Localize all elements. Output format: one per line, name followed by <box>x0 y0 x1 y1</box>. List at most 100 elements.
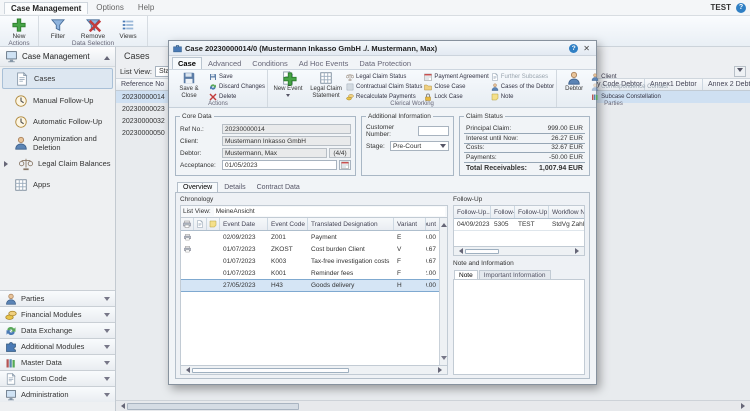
menu-tab-options[interactable]: Options <box>90 2 130 13</box>
help-icon[interactable]: ? <box>736 3 746 13</box>
sidebar-section-additional-modules[interactable]: Additional Modules <box>0 338 115 354</box>
column-chooser-button[interactable] <box>734 66 746 77</box>
payment-agreement-button[interactable]: Payment Agreement <box>424 73 488 81</box>
financial-modules-icon <box>5 309 17 321</box>
column-follow-up-user[interactable]: Follow-Up ... <box>515 206 549 218</box>
sidebar-section-master-data[interactable]: Master Data <box>0 354 115 370</box>
sidebar-item-manual-follow-up[interactable]: Manual Follow-Up <box>0 90 115 111</box>
printed-column-header[interactable] <box>181 218 194 230</box>
acceptance-date-input[interactable]: 01/05/2023 <box>222 160 337 170</box>
customer-number-input[interactable] <box>418 126 449 136</box>
scroll-left-icon[interactable] <box>456 248 463 254</box>
tab-advanced[interactable]: Advanced <box>203 58 246 69</box>
filter-button[interactable]: Filter <box>42 16 74 40</box>
sidebar-section-parties[interactable]: Parties <box>0 290 115 306</box>
client-button[interactable]: Client <box>591 73 668 81</box>
horizontal-scrollbar[interactable] <box>116 400 750 411</box>
column-follow-up-date[interactable]: Follow-Up... <box>454 206 491 218</box>
recalculate-payments-button[interactable]: Recalculate Payments <box>346 93 422 101</box>
column-workflow-name[interactable]: Workflow Name <box>549 206 584 218</box>
table-row[interactable]: 01/07/2023 ZKOST Cost burden Client V 20… <box>181 243 439 255</box>
menu-bar: Case Management Options Help TEST ? <box>0 0 750 16</box>
tab-overview[interactable]: Overview <box>177 182 218 192</box>
cases-of-the-debtor-button[interactable]: Cases of the Debtor <box>491 83 554 91</box>
scroll-left-icon[interactable] <box>183 367 190 373</box>
column-follow-up-code[interactable]: Follow-U... <box>491 206 515 218</box>
menu-tab-case-management[interactable]: Case Management <box>4 2 88 14</box>
sidebar-section-financial-modules[interactable]: Financial Modules <box>0 306 115 322</box>
sidebar-section-administration[interactable]: Administration <box>0 386 115 402</box>
column-event-code[interactable]: Event Code <box>268 218 308 230</box>
sidebar-item-legal-claim-balances[interactable]: Legal Claim Balances <box>0 153 115 174</box>
sidebar-section-data-exchange[interactable]: Data Exchange <box>0 322 115 338</box>
sidebar-header[interactable]: Case Management <box>0 47 115 67</box>
contractual-claim-status-button[interactable]: Contractual Claim Status <box>346 83 422 91</box>
new-event-button[interactable]: New Event <box>270 70 306 99</box>
note-textarea[interactable] <box>453 279 585 375</box>
tab-data-protection[interactable]: Data Protection <box>354 58 416 69</box>
column-variant[interactable]: Variant <box>394 218 426 230</box>
scroll-right-icon[interactable] <box>575 248 582 254</box>
further-subcases-button[interactable]: Further Subcases <box>491 73 554 81</box>
subcase-constellation-button[interactable]: Subcase Constellation <box>591 93 668 101</box>
tab-conditions[interactable]: Conditions <box>247 58 292 69</box>
scroll-down-icon[interactable] <box>441 356 447 363</box>
scrollbar-thumb[interactable] <box>127 403 299 410</box>
table-row[interactable]: 02/09/2023 Z001 Payment E 50.00 <box>181 231 439 243</box>
new-button[interactable]: New <box>3 16 35 40</box>
sidebar-section-custom-code[interactable]: Custom Code <box>0 370 115 386</box>
close-case-button[interactable]: Close Case <box>424 83 488 91</box>
sidebar-item-automatic-follow-up[interactable]: Automatic Follow-Up <box>0 111 115 132</box>
discard-changes-button[interactable]: Discard Changes <box>209 83 265 91</box>
column-annex2-debtor[interactable]: Annex 2 Debtor <box>703 79 750 90</box>
chronology-horizontal-scrollbar[interactable] <box>180 366 448 375</box>
follow-up-horizontal-scrollbar[interactable] <box>453 247 585 256</box>
dialog-title-bar[interactable]: Case 20230000014/0 (Mustermann Inkasso G… <box>169 41 596 56</box>
dialog-close-icon[interactable]: ✕ <box>581 44 592 53</box>
tab-details[interactable]: Details <box>219 183 250 192</box>
table-row[interactable]: 01/07/2023 K001 Reminder fees F 12.00 <box>181 267 439 279</box>
tab-case[interactable]: Case <box>172 57 202 69</box>
dialog-help-icon[interactable]: ? <box>569 44 578 53</box>
stage-select[interactable]: Pre-Court <box>390 141 449 151</box>
column-translated-designation[interactable]: Translated Designation <box>308 218 394 230</box>
customer-number-label: Customer Number: <box>366 124 418 138</box>
legal-claim-status-button[interactable]: Legal Claim Status <box>346 73 422 81</box>
tab-contract-data[interactable]: Contract Data <box>252 183 305 192</box>
remove-filter-button[interactable]: Remove <box>77 16 109 40</box>
scrollbar-thumb[interactable] <box>192 368 349 373</box>
save-button[interactable]: Save <box>209 73 265 81</box>
table-row[interactable]: 04/09/2023 5305 TEST StdVg Zahlung all <box>454 219 584 231</box>
delete-button[interactable]: Delete <box>209 93 265 101</box>
note-button[interactable]: Note <box>491 93 554 101</box>
attachment-column-header[interactable] <box>207 218 220 230</box>
save-and-close-button[interactable]: Save & Close <box>171 70 207 99</box>
views-button[interactable]: Views <box>112 16 144 40</box>
debtor-button[interactable]: Debtor <box>559 70 589 93</box>
table-row-selected[interactable]: 27/05/2023 H43 Goods delivery H 999.00 <box>181 279 439 292</box>
chronology-list-view-select[interactable]: MeineAnsicht <box>214 207 445 216</box>
scroll-right-icon[interactable] <box>741 403 748 409</box>
vertical-scrollbar[interactable] <box>439 218 447 365</box>
sidebar-item-anonymization[interactable]: Anonymization and Deletion <box>0 132 115 153</box>
scrollbar-thumb[interactable] <box>465 249 499 254</box>
calendar-button[interactable] <box>339 160 351 170</box>
new-plus-icon <box>12 18 26 32</box>
scroll-left-icon[interactable] <box>118 403 125 409</box>
tab-ad-hoc-events[interactable]: Ad Hoc Events <box>294 58 354 69</box>
sidebar-item-cases[interactable]: Cases <box>2 68 113 89</box>
correspondence-contact-button[interactable]: Correspondence Contact <box>591 83 668 91</box>
column-event-date[interactable]: Event Date <box>220 218 268 230</box>
expand-icon[interactable] <box>4 161 11 167</box>
menu-tab-help[interactable]: Help <box>132 2 160 13</box>
document-column-header[interactable] <box>194 218 207 230</box>
column-amount[interactable]: Amount <box>426 218 439 230</box>
lock-case-button[interactable]: Lock Case <box>424 93 488 101</box>
scroll-right-icon[interactable] <box>438 367 445 373</box>
table-row[interactable]: 01/07/2023 K003 Tax-free investigation c… <box>181 255 439 267</box>
legal-claim-statement-button[interactable]: Legal Claim Statement <box>308 70 344 99</box>
printer-icon <box>184 245 191 253</box>
chevron-down-icon[interactable] <box>286 94 290 99</box>
scroll-up-icon[interactable] <box>441 220 447 227</box>
sidebar-item-apps[interactable]: Apps <box>0 174 115 195</box>
